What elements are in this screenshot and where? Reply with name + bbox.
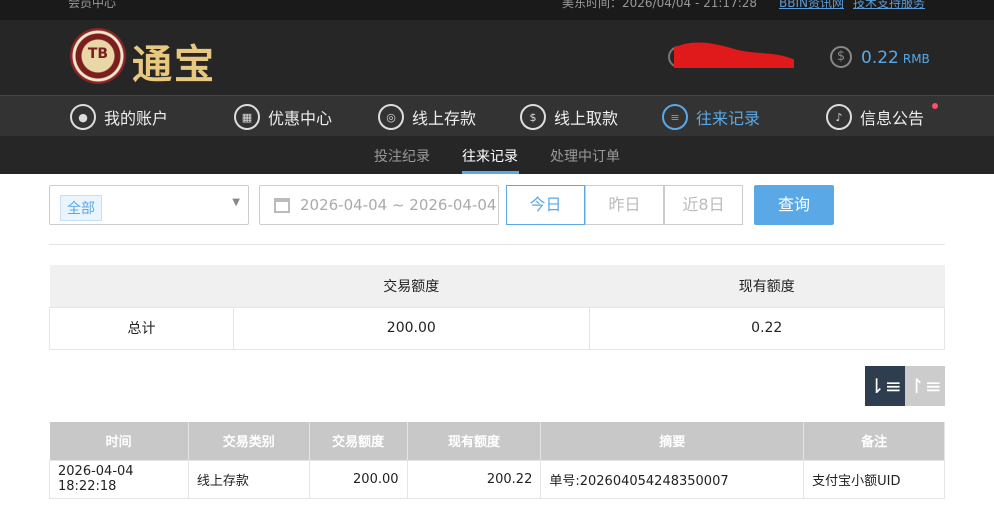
bell-icon: ♪ [826,104,852,130]
tab-transactions[interactable]: 往来记录 [462,146,518,166]
summary-header-blank [49,265,234,307]
last-8-days-button[interactable]: 近8日 [664,185,743,225]
summary-total-balance: 0.22 [588,306,946,350]
nav-records[interactable]: ≡ 往来记录 [662,102,760,132]
type-tag: 全部 [60,195,102,221]
tech-support-link[interactable]: 技术支持服务 [853,0,925,11]
member-center-label: 会员中心 [68,0,117,10]
cell-balance: 200.22 [406,459,542,499]
eastern-time: 美东时间：2026/04/04 - 21:17:28 [562,0,758,10]
cell-summary: 单号:202604054248350007 [540,459,805,499]
cell-time: 2026-04-04 18:22:18 [49,459,189,499]
col-summary[interactable]: 摘要 [540,422,805,460]
gift-icon: ▦ [234,104,260,130]
summary-header-balance: 现有额度 [589,265,945,307]
records-icon: ≡ [662,104,688,130]
tab-bet-records[interactable]: 投注纪录 [374,146,430,166]
col-type[interactable]: 交易类别 [188,422,310,460]
summary-table: 交易额度 现有额度 总计 200.00 0.22 [48,265,946,350]
balance: 0.22 RMB [861,48,930,68]
summary-total-label: 总计 [48,306,235,350]
logo-chip-icon[interactable]: TB [70,28,126,84]
tab-pending-orders[interactable]: 处理中订单 [550,146,620,166]
sub-nav: 投注纪录 往来记录 处理中订单 [0,136,994,174]
chevron-down-icon: ▼ [232,197,240,208]
notification-dot [932,103,938,109]
type-select[interactable]: 全部 ▼ [49,185,249,225]
nav-my-account[interactable]: ● 我的账户 [70,102,168,132]
calendar-icon [274,198,290,213]
cell-amount: 200.00 [308,459,408,499]
summary-header-amount: 交易额度 [233,265,590,307]
col-time[interactable]: 时间 [49,422,189,460]
sort-asc-icon[interactable]: ↾≡ [905,366,945,406]
today-button[interactable]: 今日 [506,185,585,225]
col-balance[interactable]: 现有额度 [407,422,542,460]
col-amount[interactable]: 交易额度 [309,422,408,460]
detail-table: 时间 交易类别 交易额度 现有额度 摘要 备注 2026-04-04 18:22… [49,422,945,499]
top-bar: 会员中心 美东时间：2026/04/04 - 21:17:28 BBIN资讯网 … [0,0,994,20]
divider [49,244,945,245]
main-nav: ● 我的账户 ▦ 优惠中心 ◎ 线上存款 $ 线上取款 ≡ 往来记录 ♪ 信息公告 [0,95,994,136]
bbin-news-link[interactable]: BBIN资讯网 [779,0,844,11]
date-range-value: 2026-04-04 ~ 2026-04-04 [300,196,497,214]
date-range-input[interactable]: 2026-04-04 ~ 2026-04-04 [259,185,499,225]
query-button[interactable]: 查询 [754,185,834,225]
active-tab-underline [462,171,519,174]
nav-deposit[interactable]: ◎ 线上存款 [378,102,476,132]
nav-withdraw[interactable]: $ 线上取款 [520,102,618,132]
sort-desc-icon[interactable]: ⇂≡ [865,366,905,406]
coin-icon: $ [830,46,852,68]
header: TB 通宝 $ 0.22 RMB [0,20,994,95]
cell-remark: 支付宝小额UID [803,459,945,499]
yesterday-button[interactable]: 昨日 [585,185,664,225]
cell-type: 线上存款 [187,459,310,499]
col-remark[interactable]: 备注 [803,422,945,460]
summary-total-amount: 200.00 [233,306,590,350]
nav-announcements[interactable]: ♪ 信息公告 [826,102,924,132]
user-icon: ● [70,104,96,130]
logo-text[interactable]: 通宝 [132,32,216,90]
deposit-icon: ◎ [378,104,404,130]
redacted-username [674,42,794,68]
withdraw-icon: $ [520,104,546,130]
nav-promotions[interactable]: ▦ 优惠中心 [234,102,332,132]
table-row: 2026-04-04 18:22:18 线上存款 200.00 200.22 单… [49,459,945,499]
